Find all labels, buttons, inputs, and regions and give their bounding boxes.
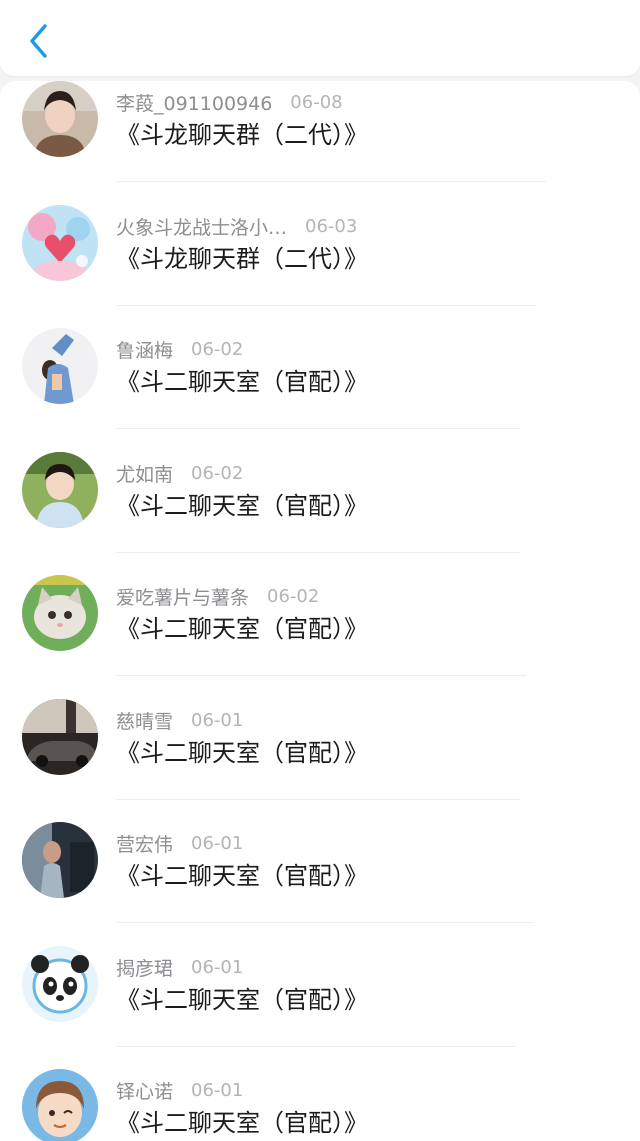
list-item[interactable]: 铎心诺 06-01 《斗二聊天室（官配）》	[0, 1069, 640, 1141]
divider	[116, 428, 521, 429]
item-date: 06-02	[191, 338, 244, 360]
avatar	[22, 205, 98, 281]
item-meta: 爱吃薯片与薯条 06-02	[116, 581, 319, 611]
list-item[interactable]: 爱吃薯片与薯条 06-02 《斗二聊天室（官配）》	[0, 575, 640, 698]
avatar	[22, 946, 98, 1022]
divider	[116, 799, 521, 800]
item-date: 06-01	[191, 956, 244, 978]
item-date: 06-01	[191, 1079, 244, 1101]
list-item[interactable]: 营宏伟 06-01 《斗二聊天室（官配）》	[0, 822, 640, 945]
user-name: 李葮_091100946	[116, 92, 273, 115]
item-meta: 火象斗龙战士洛小… 06-03	[116, 211, 357, 241]
group-name: 《斗龙聊天群（二代）》	[116, 245, 368, 273]
avatar	[22, 452, 98, 528]
group-name: 《斗二聊天室（官配）》	[116, 1109, 368, 1137]
item-meta: 李葮_091100946 06-08	[116, 87, 343, 117]
avatar	[22, 1069, 98, 1141]
list-item[interactable]: 揭彦珺 06-01 《斗二聊天室（官配）》	[0, 946, 640, 1069]
item-date: 06-02	[267, 585, 320, 607]
avatar	[22, 699, 98, 775]
user-name: 揭彦珺	[116, 957, 174, 980]
avatar	[22, 822, 98, 898]
item-meta: 慈晴雪 06-01	[116, 705, 243, 735]
item-date: 06-01	[191, 709, 244, 731]
group-name: 《斗二聊天室（官配）》	[116, 615, 368, 643]
user-name: 铎心诺	[116, 1080, 174, 1103]
divider	[116, 922, 534, 923]
group-name: 《斗二聊天室（官配）》	[116, 739, 368, 767]
group-name: 《斗二聊天室（官配）》	[116, 368, 368, 396]
group-name: 《斗龙聊天群（二代）》	[116, 121, 368, 149]
item-meta: 揭彦珺 06-01	[116, 952, 243, 982]
item-date: 06-01	[191, 832, 244, 854]
list-item[interactable]: 尤如南 06-02 《斗二聊天室（官配）》	[0, 452, 640, 575]
group-name: 《斗二聊天室（官配）》	[116, 986, 368, 1014]
divider	[116, 552, 521, 553]
user-name: 慈晴雪	[116, 710, 174, 733]
member-list: 李葮_091100946 06-08 《斗龙聊天群（二代）》 火象斗龙战士洛小……	[0, 81, 640, 1141]
divider	[116, 675, 526, 676]
group-name: 《斗二聊天室（官配）》	[116, 862, 368, 890]
item-meta: 尤如南 06-02	[116, 458, 243, 488]
divider	[116, 181, 546, 182]
group-name: 《斗二聊天室（官配）》	[116, 492, 368, 520]
nav-bar	[0, 0, 640, 76]
user-name: 尤如南	[116, 463, 174, 486]
user-name: 鲁涵梅	[116, 339, 174, 362]
list-item[interactable]: 慈晴雪 06-01 《斗二聊天室（官配）》	[0, 699, 640, 822]
chevron-left-icon	[30, 24, 47, 58]
item-date: 06-02	[191, 462, 244, 484]
avatar	[22, 328, 98, 404]
list-item[interactable]: 鲁涵梅 06-02 《斗二聊天室（官配）》	[0, 328, 640, 451]
list-item[interactable]: 李葮_091100946 06-08 《斗龙聊天群（二代）》	[0, 81, 640, 204]
item-meta: 铎心诺 06-01	[116, 1075, 243, 1105]
user-name: 爱吃薯片与薯条	[116, 586, 250, 609]
avatar	[22, 575, 98, 651]
item-date: 06-08	[290, 91, 343, 113]
list-item[interactable]: 火象斗龙战士洛小… 06-03 《斗龙聊天群（二代）》	[0, 205, 640, 328]
item-meta: 营宏伟 06-01	[116, 828, 243, 858]
item-meta: 鲁涵梅 06-02	[116, 334, 243, 364]
user-name: 火象斗龙战士洛小…	[116, 216, 288, 239]
divider	[116, 305, 536, 306]
item-date: 06-03	[305, 215, 358, 237]
divider	[116, 1046, 516, 1047]
back-button[interactable]	[18, 20, 58, 62]
avatar	[22, 81, 98, 157]
user-name: 营宏伟	[116, 833, 174, 856]
